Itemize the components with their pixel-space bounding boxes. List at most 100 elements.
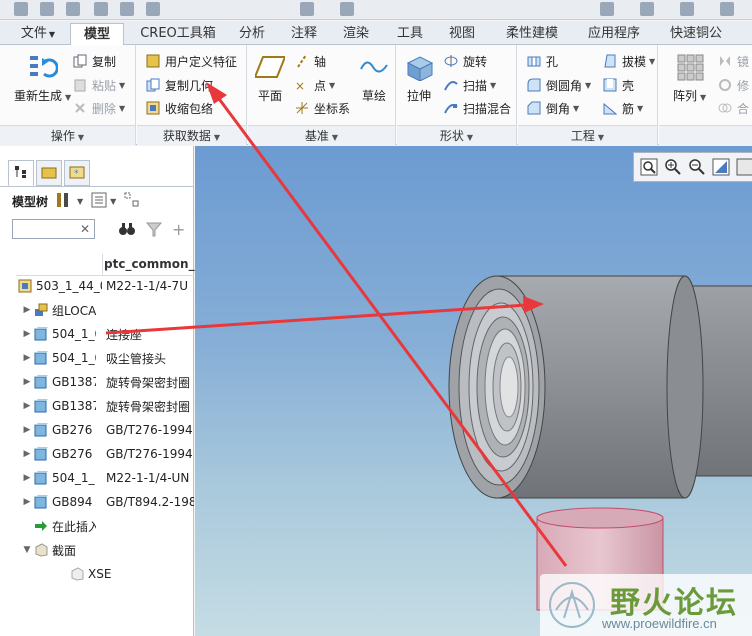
qat-extra-icon[interactable] [600, 2, 614, 16]
tree-item-row[interactable]: ▶ GB894 GB/T894.2-198 [0, 490, 194, 514]
tab-annotate[interactable]: 注释 [280, 23, 328, 45]
tree-item-name: 504_1_ [52, 471, 95, 485]
user-defined-feature-button[interactable]: 用户定义特征 [145, 51, 237, 71]
close-window-icon[interactable] [340, 2, 354, 16]
pattern-button[interactable]: 阵列 ▼ [673, 51, 706, 104]
rib-button[interactable]: 筋 ▼ [602, 98, 643, 118]
tab-view[interactable]: 视图 [438, 23, 486, 45]
tab-analysis[interactable]: 分析 [228, 23, 276, 45]
axis-button[interactable]: 轴 [294, 51, 326, 71]
tree-item-row[interactable]: ▶ 504_1_0 吸尘管接头 [0, 346, 194, 370]
tab-folder-browser[interactable] [36, 160, 62, 186]
delete-button[interactable]: 删除 ▼ [72, 98, 125, 118]
tab-flexible-modeling[interactable]: 柔性建模 [496, 23, 568, 45]
group-label-shapes[interactable]: 形状 ▼ [397, 125, 516, 145]
tree-search-input[interactable]: ✕ [12, 219, 95, 239]
qat-extra-icon-2[interactable] [640, 2, 654, 16]
group-label-engineering[interactable]: 工程 ▼ [518, 125, 657, 145]
tree-item-row[interactable]: ▶ GB276 GB/T276-1994 [0, 442, 194, 466]
undo-icon[interactable] [66, 2, 80, 16]
column-header-ptc-common[interactable]: ptc_common_ [104, 257, 195, 271]
point-icon: × [294, 77, 310, 93]
draft-button[interactable]: 拔模 ▼ [602, 51, 655, 71]
revolve-button[interactable]: 旋转 [443, 51, 487, 71]
graphics-viewport[interactable]: 野火论坛 www.proewildfire.cn [195, 146, 752, 636]
tree-root-row[interactable]: 503_1_44_0 M22-1-1/4-7U [18, 274, 212, 298]
shell-button[interactable]: 壳 [602, 75, 634, 95]
mirror-button[interactable]: 镜 [717, 51, 749, 71]
tree-item-row[interactable]: ▼ 截面 [0, 538, 194, 562]
sketch-button[interactable]: 草绘 [358, 51, 390, 104]
tree-item-name: GB894 [52, 495, 93, 509]
copy-button[interactable]: 复制 [72, 51, 116, 71]
save-icon[interactable] [94, 2, 108, 16]
tree-item-row[interactable]: ▶ 504_1_0 连接座 [0, 322, 194, 346]
tab-model[interactable]: 模型 [70, 23, 124, 45]
chamfer-button[interactable]: 倒角 ▼ [526, 98, 579, 118]
expand-caret-icon[interactable]: ▶ [20, 425, 34, 435]
regenerate-quick-icon[interactable] [146, 2, 160, 16]
paste-button[interactable]: 粘贴 ▼ [72, 75, 125, 95]
expand-caret-icon[interactable]: ▶ [20, 497, 34, 507]
expand-caret-icon[interactable]: ▶ [20, 353, 34, 363]
tree-item-row[interactable]: ▶ GB1387 旋转骨架密封圈 [0, 370, 194, 394]
tree-item-row[interactable]: ▶ 504_1_ M22-1-1/4-UN [0, 466, 194, 490]
tab-favorites[interactable]: * [64, 160, 90, 186]
tree-item-row[interactable]: ▶ GB1387 旋转骨架密封圈 [0, 394, 194, 418]
tree-item-row[interactable]: XSE [0, 562, 194, 586]
tab-tools[interactable]: 工具 [386, 23, 434, 45]
tab-creo-toolbox[interactable]: CREO工具箱 [128, 23, 228, 45]
show-columns-icon[interactable] [91, 192, 107, 211]
tree-filter-icon[interactable] [124, 192, 140, 211]
tree-item-row[interactable]: 在此插入 [0, 514, 194, 538]
filter-funnel-icon[interactable] [145, 221, 163, 240]
trim-button[interactable]: 修 [717, 75, 749, 95]
sweep-button[interactable]: 扫描 ▼ [443, 75, 496, 95]
expand-caret-icon[interactable]: ▶ [20, 449, 34, 459]
group-label-get-data[interactable]: 获取数据 ▼ [137, 125, 246, 145]
collapse-caret-icon[interactable]: ▼ [20, 545, 34, 555]
new-icon[interactable] [14, 2, 28, 16]
find-binoculars-icon[interactable] [118, 221, 136, 240]
clear-search-icon[interactable]: ✕ [80, 222, 90, 236]
merge-button[interactable]: 合 [717, 98, 749, 118]
tree-item-common-name: M22-1-1/4-UN [106, 471, 190, 485]
show-caret[interactable]: ▼ [110, 197, 116, 206]
shrinkwrap-button[interactable]: 收缩包络 [145, 98, 213, 118]
extrude-button[interactable]: 拉伸 [403, 51, 435, 104]
group-label-operations[interactable]: 操作 ▼ [0, 125, 135, 145]
coordinate-system-button[interactable]: 坐标系 [294, 98, 350, 118]
window-icon[interactable] [300, 2, 314, 16]
tab-applications[interactable]: 应用程序 [578, 23, 650, 45]
expand-caret-icon[interactable]: ▶ [20, 305, 34, 315]
tree-settings-caret[interactable]: ▼ [77, 197, 83, 206]
regenerate-button[interactable]: 重新生成 ▼ [14, 51, 71, 104]
hole-icon [526, 53, 542, 69]
qat-extra-icon-3[interactable] [680, 2, 694, 16]
tab-quick-electrode[interactable]: 快速铜公 [660, 23, 732, 45]
group-label-datum[interactable]: 基准 ▼ [248, 125, 395, 145]
part-3d-model[interactable] [195, 146, 752, 636]
tree-item-row[interactable]: ▶ GB276 GB/T276-1994 [0, 418, 194, 442]
hole-button[interactable]: 孔 [526, 51, 558, 71]
expand-caret-icon[interactable]: ▶ [20, 401, 34, 411]
open-icon[interactable] [40, 2, 54, 16]
round-button[interactable]: 倒圆角 ▼ [526, 75, 591, 95]
swept-blend-button[interactable]: 扫描混合 [443, 98, 511, 118]
expand-caret-icon[interactable]: ▶ [20, 329, 34, 339]
add-column-icon[interactable]: + [172, 220, 185, 239]
redo-icon[interactable] [120, 2, 134, 16]
tree-settings-icon[interactable] [54, 191, 72, 212]
plane-button[interactable]: 平面 [254, 51, 286, 104]
draft-icon [602, 53, 618, 69]
point-button[interactable]: × 点 ▼ [294, 75, 335, 95]
column-separator[interactable] [102, 254, 103, 276]
tree-item-row[interactable]: ▶ 组LOCA [0, 298, 194, 322]
expand-caret-icon[interactable]: ▶ [20, 473, 34, 483]
expand-caret-icon[interactable]: ▶ [20, 377, 34, 387]
tab-render[interactable]: 渲染 [332, 23, 380, 45]
tab-file[interactable]: 文件 ▼ [8, 23, 68, 45]
copy-geometry-button[interactable]: 复制几何 [145, 75, 213, 95]
qat-extra-icon-4[interactable] [720, 2, 734, 16]
tab-model-tree[interactable] [8, 160, 34, 186]
